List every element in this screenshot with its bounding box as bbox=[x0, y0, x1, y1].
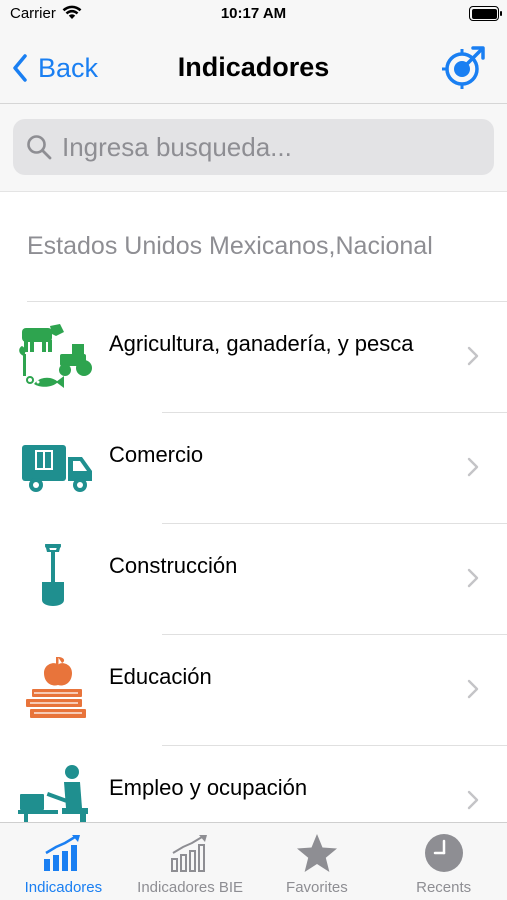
list-item-agricultura[interactable]: Agricultura, ganadería, y pesca bbox=[0, 302, 507, 413]
search-icon bbox=[27, 135, 52, 160]
search-field[interactable] bbox=[13, 119, 494, 175]
list-item-construccion[interactable]: Construcción bbox=[0, 524, 507, 635]
category-label: Empleo y ocupación bbox=[109, 775, 308, 800]
category-label: Construcción bbox=[109, 553, 238, 578]
tab-bar: Indicadores Indicadores BIE Favorites Re… bbox=[0, 822, 507, 900]
page-title: Indicadores bbox=[177, 52, 330, 82]
tab-indicadores[interactable]: Indicadores bbox=[0, 823, 127, 900]
search-input[interactable] bbox=[62, 131, 482, 163]
bar-chart-icon bbox=[44, 835, 81, 871]
battery-icon bbox=[469, 6, 502, 21]
category-label: Comercio bbox=[109, 442, 204, 467]
chevron-right-icon bbox=[467, 346, 479, 366]
delivery-truck-icon bbox=[22, 445, 92, 492]
tab-label: Recents bbox=[416, 879, 472, 896]
category-label: Agricultura, ganadería, y pesca bbox=[109, 331, 414, 356]
tab-recents[interactable]: Recents bbox=[380, 823, 507, 900]
category-list: Agricultura, ganadería, y pesca Comercio bbox=[0, 302, 507, 857]
chevron-right-icon bbox=[467, 679, 479, 699]
tab-label: Favorites bbox=[286, 879, 348, 896]
bar-chart-outline-icon bbox=[171, 835, 208, 872]
chevron-right-icon bbox=[467, 568, 479, 588]
list-item-comercio[interactable]: Comercio bbox=[0, 413, 507, 524]
tab-indicadores-bie[interactable]: Indicadores BIE bbox=[127, 823, 254, 900]
apple-books-icon bbox=[26, 657, 86, 718]
section-header: Estados Unidos Mexicanos,Nacional bbox=[27, 232, 433, 260]
tab-favorites[interactable]: Favorites bbox=[254, 823, 381, 900]
location-target-button[interactable] bbox=[441, 44, 487, 90]
category-label: Educación bbox=[109, 664, 212, 689]
list-item-educacion[interactable]: Educación bbox=[0, 635, 507, 746]
search-bar bbox=[0, 104, 507, 192]
location-target-icon bbox=[442, 46, 485, 89]
chevron-right-icon bbox=[467, 457, 479, 477]
agriculture-icon bbox=[19, 324, 92, 388]
shovel-icon bbox=[42, 544, 64, 606]
chevron-right-icon bbox=[467, 790, 479, 810]
status-bar: Carrier 10:17 AM bbox=[0, 0, 507, 28]
clock-icon bbox=[424, 834, 463, 872]
status-time: 10:17 AM bbox=[220, 5, 287, 22]
tab-label: Indicadores BIE bbox=[137, 879, 244, 896]
tab-label: Indicadores bbox=[24, 879, 103, 896]
navigation-bar: Back Indicadores bbox=[0, 28, 507, 104]
star-icon bbox=[296, 834, 337, 872]
